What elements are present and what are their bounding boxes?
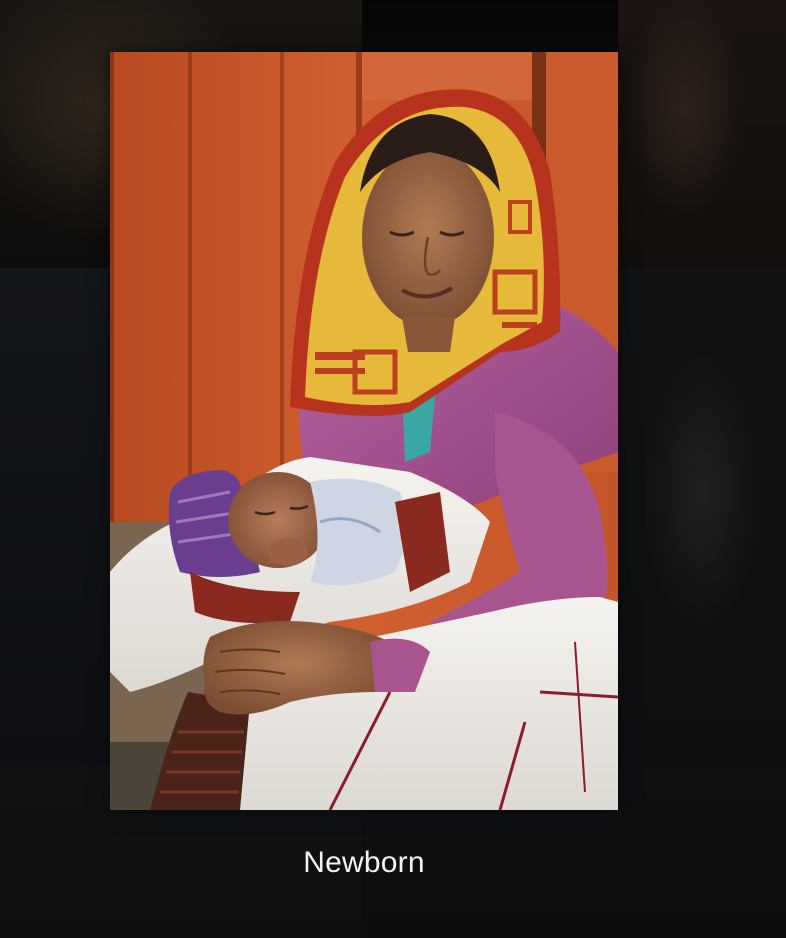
background-thumbnail-top-middle [362, 0, 618, 52]
lightbox-viewer: Newborn [0, 0, 786, 938]
photo-caption: Newborn [303, 846, 425, 879]
background-thumbnail-middle-right [618, 268, 786, 766]
background-thumbnail-middle-left [0, 268, 110, 766]
background-thumbnail-top-right [618, 0, 786, 268]
main-photo[interactable] [110, 52, 618, 810]
